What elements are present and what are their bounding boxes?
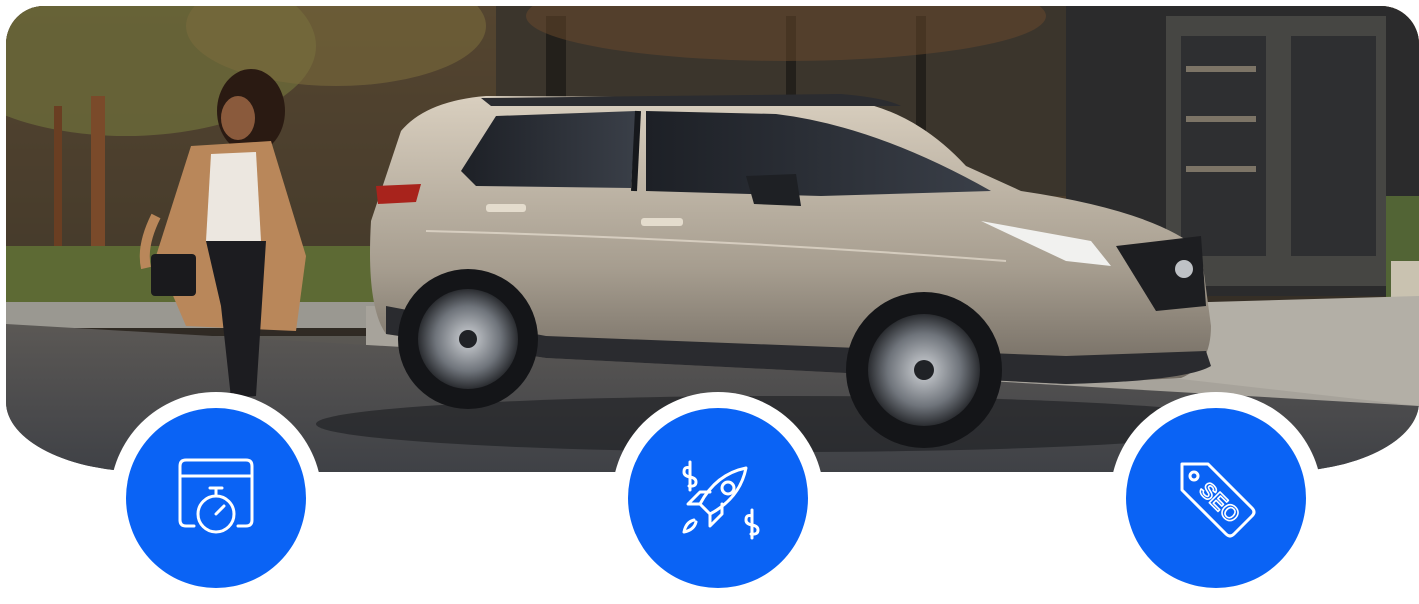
feature-disc [628, 408, 808, 588]
seo-tag-icon: SEO [1180, 462, 1256, 538]
rocket-money-icon [682, 460, 760, 540]
svg-text:SEO: SEO [1194, 477, 1245, 528]
feature-disc [126, 408, 306, 588]
feature-disc: SEO [1126, 408, 1306, 588]
stopwatch-calendar-icon [178, 458, 254, 534]
feature-circle-time [110, 392, 322, 604]
feature-circle-growth [612, 392, 824, 604]
feature-circle-seo: SEO [1110, 392, 1322, 604]
